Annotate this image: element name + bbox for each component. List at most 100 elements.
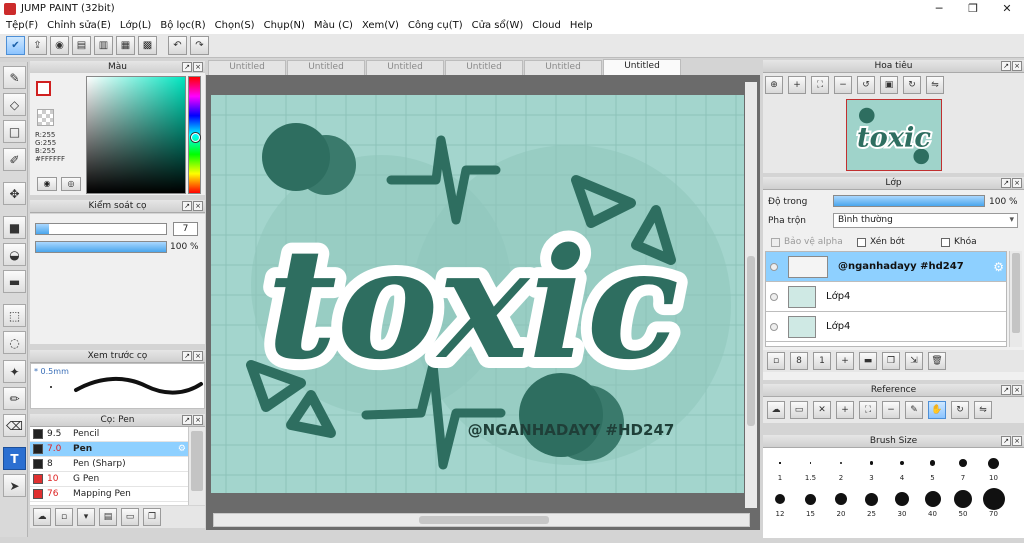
canvas-vertical-scrollbar[interactable] — [745, 82, 757, 508]
add-layer-menu-icon[interactable]: + — [836, 352, 854, 370]
document-icon[interactable]: ▥ — [94, 36, 113, 55]
color-history-icon[interactable]: ◎ — [61, 177, 81, 191]
brush-size-option[interactable]: 4 — [887, 452, 917, 482]
share-icon[interactable]: ⇪ — [28, 36, 47, 55]
lock-checkbox[interactable]: Khóa — [941, 237, 977, 247]
select-eraser-icon[interactable]: ⌫ — [3, 414, 26, 437]
brush-size-option[interactable]: 70 — [979, 488, 1009, 518]
layer-list-scrollbar[interactable] — [1009, 251, 1022, 347]
brush-size-option[interactable]: 30 — [887, 488, 917, 518]
brush-size-slider[interactable] — [35, 223, 167, 235]
document-tab[interactable]: Untitled — [445, 60, 523, 75]
ref-hand-icon[interactable]: ✋ — [928, 401, 946, 419]
brush-list-item[interactable]: 8 Pen (Sharp) — [30, 457, 188, 472]
close-button[interactable]: ✕ — [990, 0, 1024, 17]
zoom-icon[interactable]: ⊕ — [765, 76, 783, 94]
foreground-color-swatch[interactable] — [36, 81, 51, 96]
lasso-icon[interactable]: ◌ — [3, 331, 26, 354]
fit-icon[interactable]: ⛶ — [811, 76, 829, 94]
menu-color[interactable]: Màu (C) — [312, 20, 360, 31]
close-panel-icon[interactable]: × — [193, 201, 203, 211]
select-rect-icon[interactable]: ⬚ — [3, 304, 26, 327]
brush-size-option[interactable]: 5 — [918, 452, 948, 482]
clipping-checkbox[interactable]: Xén bớt — [857, 237, 905, 247]
layer-folder-icon[interactable]: ▬ — [859, 352, 877, 370]
close-panel-icon[interactable]: × — [1012, 178, 1022, 188]
brush-size-option[interactable]: 50 — [948, 488, 978, 518]
blend-mode-select[interactable]: Bình thường — [833, 213, 1018, 228]
ref-eyedropper-icon[interactable]: ✎ — [905, 401, 923, 419]
brush-size-option[interactable]: 15 — [796, 488, 826, 518]
popout-icon[interactable]: ↗ — [182, 62, 192, 72]
brush-size-value[interactable]: 7 — [173, 222, 198, 236]
ref-zoom-out-icon[interactable]: − — [882, 401, 900, 419]
menu-file[interactable]: Tệp(F) — [4, 20, 45, 31]
document-tab[interactable]: Untitled — [366, 60, 444, 75]
brush-size-option[interactable]: 1 — [765, 452, 795, 482]
magic-wand-icon[interactable]: ✦ — [3, 360, 26, 383]
brush-copy-icon[interactable]: ❐ — [143, 508, 161, 526]
layer-opacity-slider[interactable] — [833, 195, 985, 207]
brush-size-option[interactable]: 40 — [918, 488, 948, 518]
menu-capture[interactable]: Chụp(N) — [262, 20, 312, 31]
brush-size-option[interactable]: 10 — [979, 452, 1009, 482]
popout-icon[interactable]: ↗ — [182, 351, 192, 361]
brush-list-item[interactable]: 76 Mapping Pen — [30, 487, 188, 502]
zoom-out-icon[interactable]: − — [834, 76, 852, 94]
popout-icon[interactable]: ↗ — [182, 415, 192, 425]
brush-size-option[interactable]: 12 — [765, 488, 795, 518]
brush-size-option[interactable]: 20 — [826, 488, 856, 518]
redo-icon[interactable]: ↷ — [190, 36, 209, 55]
zoom-in-icon[interactable]: + — [788, 76, 806, 94]
eyedropper-icon[interactable]: ◉ — [37, 177, 57, 191]
document-tab[interactable]: Untitled — [524, 60, 602, 75]
select-pen-icon[interactable]: ✏ — [3, 387, 26, 410]
canvas-area[interactable]: toxic toxic @NGANHADAYY #HD247 — [206, 75, 760, 530]
document-tab[interactable]: Untitled — [287, 60, 365, 75]
menu-filter[interactable]: Bộ lọc(R) — [158, 20, 212, 31]
ref-fit-icon[interactable]: ⛶ — [859, 401, 877, 419]
layer-visibility-icon[interactable] — [770, 262, 778, 271]
popout-icon[interactable]: ↗ — [1001, 178, 1011, 188]
duplicate-layer-icon[interactable]: ❐ — [882, 352, 900, 370]
brush-size-option[interactable]: 2 — [826, 452, 856, 482]
popout-icon[interactable]: ↗ — [1001, 61, 1011, 71]
menu-help[interactable]: Help — [568, 20, 600, 31]
close-panel-icon[interactable]: × — [193, 62, 203, 72]
hue-marker[interactable] — [191, 133, 200, 142]
ref-close-icon[interactable]: ✕ — [813, 401, 831, 419]
brush-size-option[interactable]: 7 — [948, 452, 978, 482]
menu-tools[interactable]: Công cụ(T) — [406, 20, 470, 31]
menu-edit[interactable]: Chỉnh sửa(E) — [45, 20, 118, 31]
menu-select[interactable]: Chọn(S) — [213, 20, 262, 31]
new-brush-icon[interactable]: ▫ — [55, 508, 73, 526]
message-icon[interactable]: ▤ — [72, 36, 91, 55]
page-icon[interactable]: ▦ — [116, 36, 135, 55]
rotate-left-icon[interactable]: ↺ — [857, 76, 875, 94]
ref-flip-icon[interactable]: ⇋ — [974, 401, 992, 419]
brush-list-scrollbar[interactable] — [188, 427, 205, 505]
new-layer-8bit-icon[interactable]: 8 — [790, 352, 808, 370]
rotate-right-icon[interactable]: ↻ — [903, 76, 921, 94]
pen-nib-icon[interactable]: ✐ — [3, 148, 26, 171]
grid-icon[interactable]: ▩ — [138, 36, 157, 55]
layer-row[interactable]: Lớp4 — [766, 312, 1006, 342]
new-layer-icon[interactable]: ▫ — [767, 352, 785, 370]
brush-size-option[interactable]: 1.5 — [796, 452, 826, 482]
ref-rotate-icon[interactable]: ↻ — [951, 401, 969, 419]
maximize-button[interactable]: ❐ — [956, 0, 990, 17]
canvas-horizontal-scrollbar[interactable] — [213, 513, 750, 527]
merge-layer-icon[interactable]: ⇲ — [905, 352, 923, 370]
brush-settings-icon[interactable]: ▤ — [99, 508, 117, 526]
layer-settings-gear-icon[interactable]: ⚙ — [993, 260, 1004, 274]
comment-icon[interactable]: ◉ — [50, 36, 69, 55]
bucket-icon[interactable]: ◒ — [3, 243, 26, 266]
layer-visibility-icon[interactable] — [770, 322, 778, 331]
fill-rect-icon[interactable]: ■ — [3, 216, 26, 239]
operation-tool-icon[interactable]: ➤ — [3, 474, 26, 497]
brush-opacity-slider[interactable] — [35, 241, 167, 253]
menu-cloud[interactable]: Cloud — [530, 20, 568, 31]
cloud-sync-icon[interactable]: ✔ — [6, 36, 25, 55]
document-tab[interactable]: Untitled — [603, 59, 681, 75]
brush-size-option[interactable]: 25 — [857, 488, 887, 518]
